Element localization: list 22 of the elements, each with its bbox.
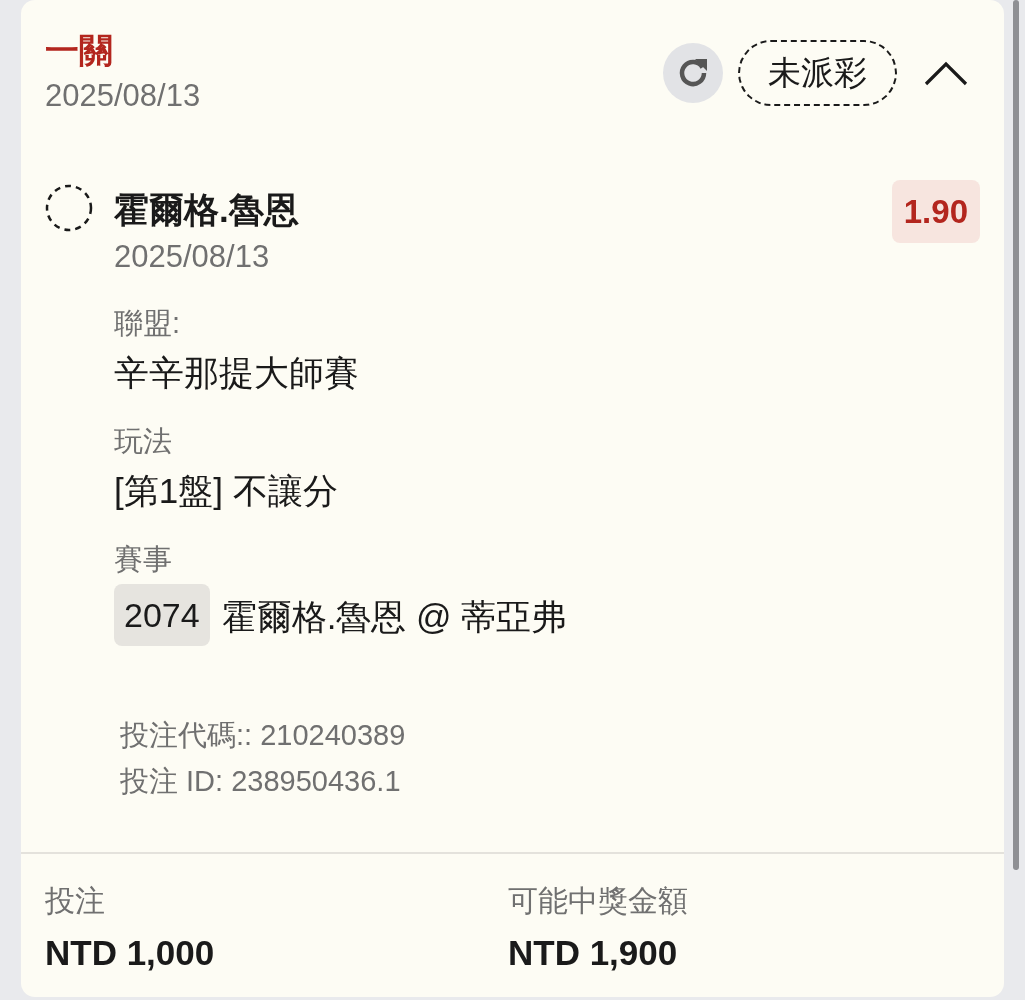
detail-value: 辛辛那提大師賽 xyxy=(114,352,359,394)
detail-label: 玩法 xyxy=(114,424,172,459)
total-value: NTD 1,000 xyxy=(45,932,215,974)
refresh-button[interactable] xyxy=(663,43,723,103)
total-label: 可能中獎金額 xyxy=(508,883,688,919)
total-value: NTD 1,900 xyxy=(508,932,678,974)
bet-date: 2025/08/13 xyxy=(45,77,201,115)
detail-label: 賽事 xyxy=(114,542,172,577)
bet-type-title: 一關 xyxy=(45,30,113,70)
match-code-badge: 2074 xyxy=(114,584,210,646)
detail-value: 霍爾格.魯恩 @ 蒂亞弗 xyxy=(221,595,567,638)
selection-name: 霍爾格.魯恩 xyxy=(114,189,299,231)
odds-badge: 1.90 xyxy=(891,180,980,243)
selection-date: 2025/08/13 xyxy=(114,238,270,276)
detail-value: [第1盤] 不讓分 xyxy=(114,470,338,512)
reference-text: 投注 ID: 238950436.1 xyxy=(120,764,401,799)
chevron-up-icon[interactable] xyxy=(924,60,968,86)
detail-label: 聯盟: xyxy=(114,306,181,341)
total-label: 投注 xyxy=(45,883,105,919)
dashed-circle-icon xyxy=(45,184,93,232)
status-badge: 未派彩 xyxy=(738,40,897,106)
reference-text: 投注代碼:: 210240389 xyxy=(120,718,406,753)
